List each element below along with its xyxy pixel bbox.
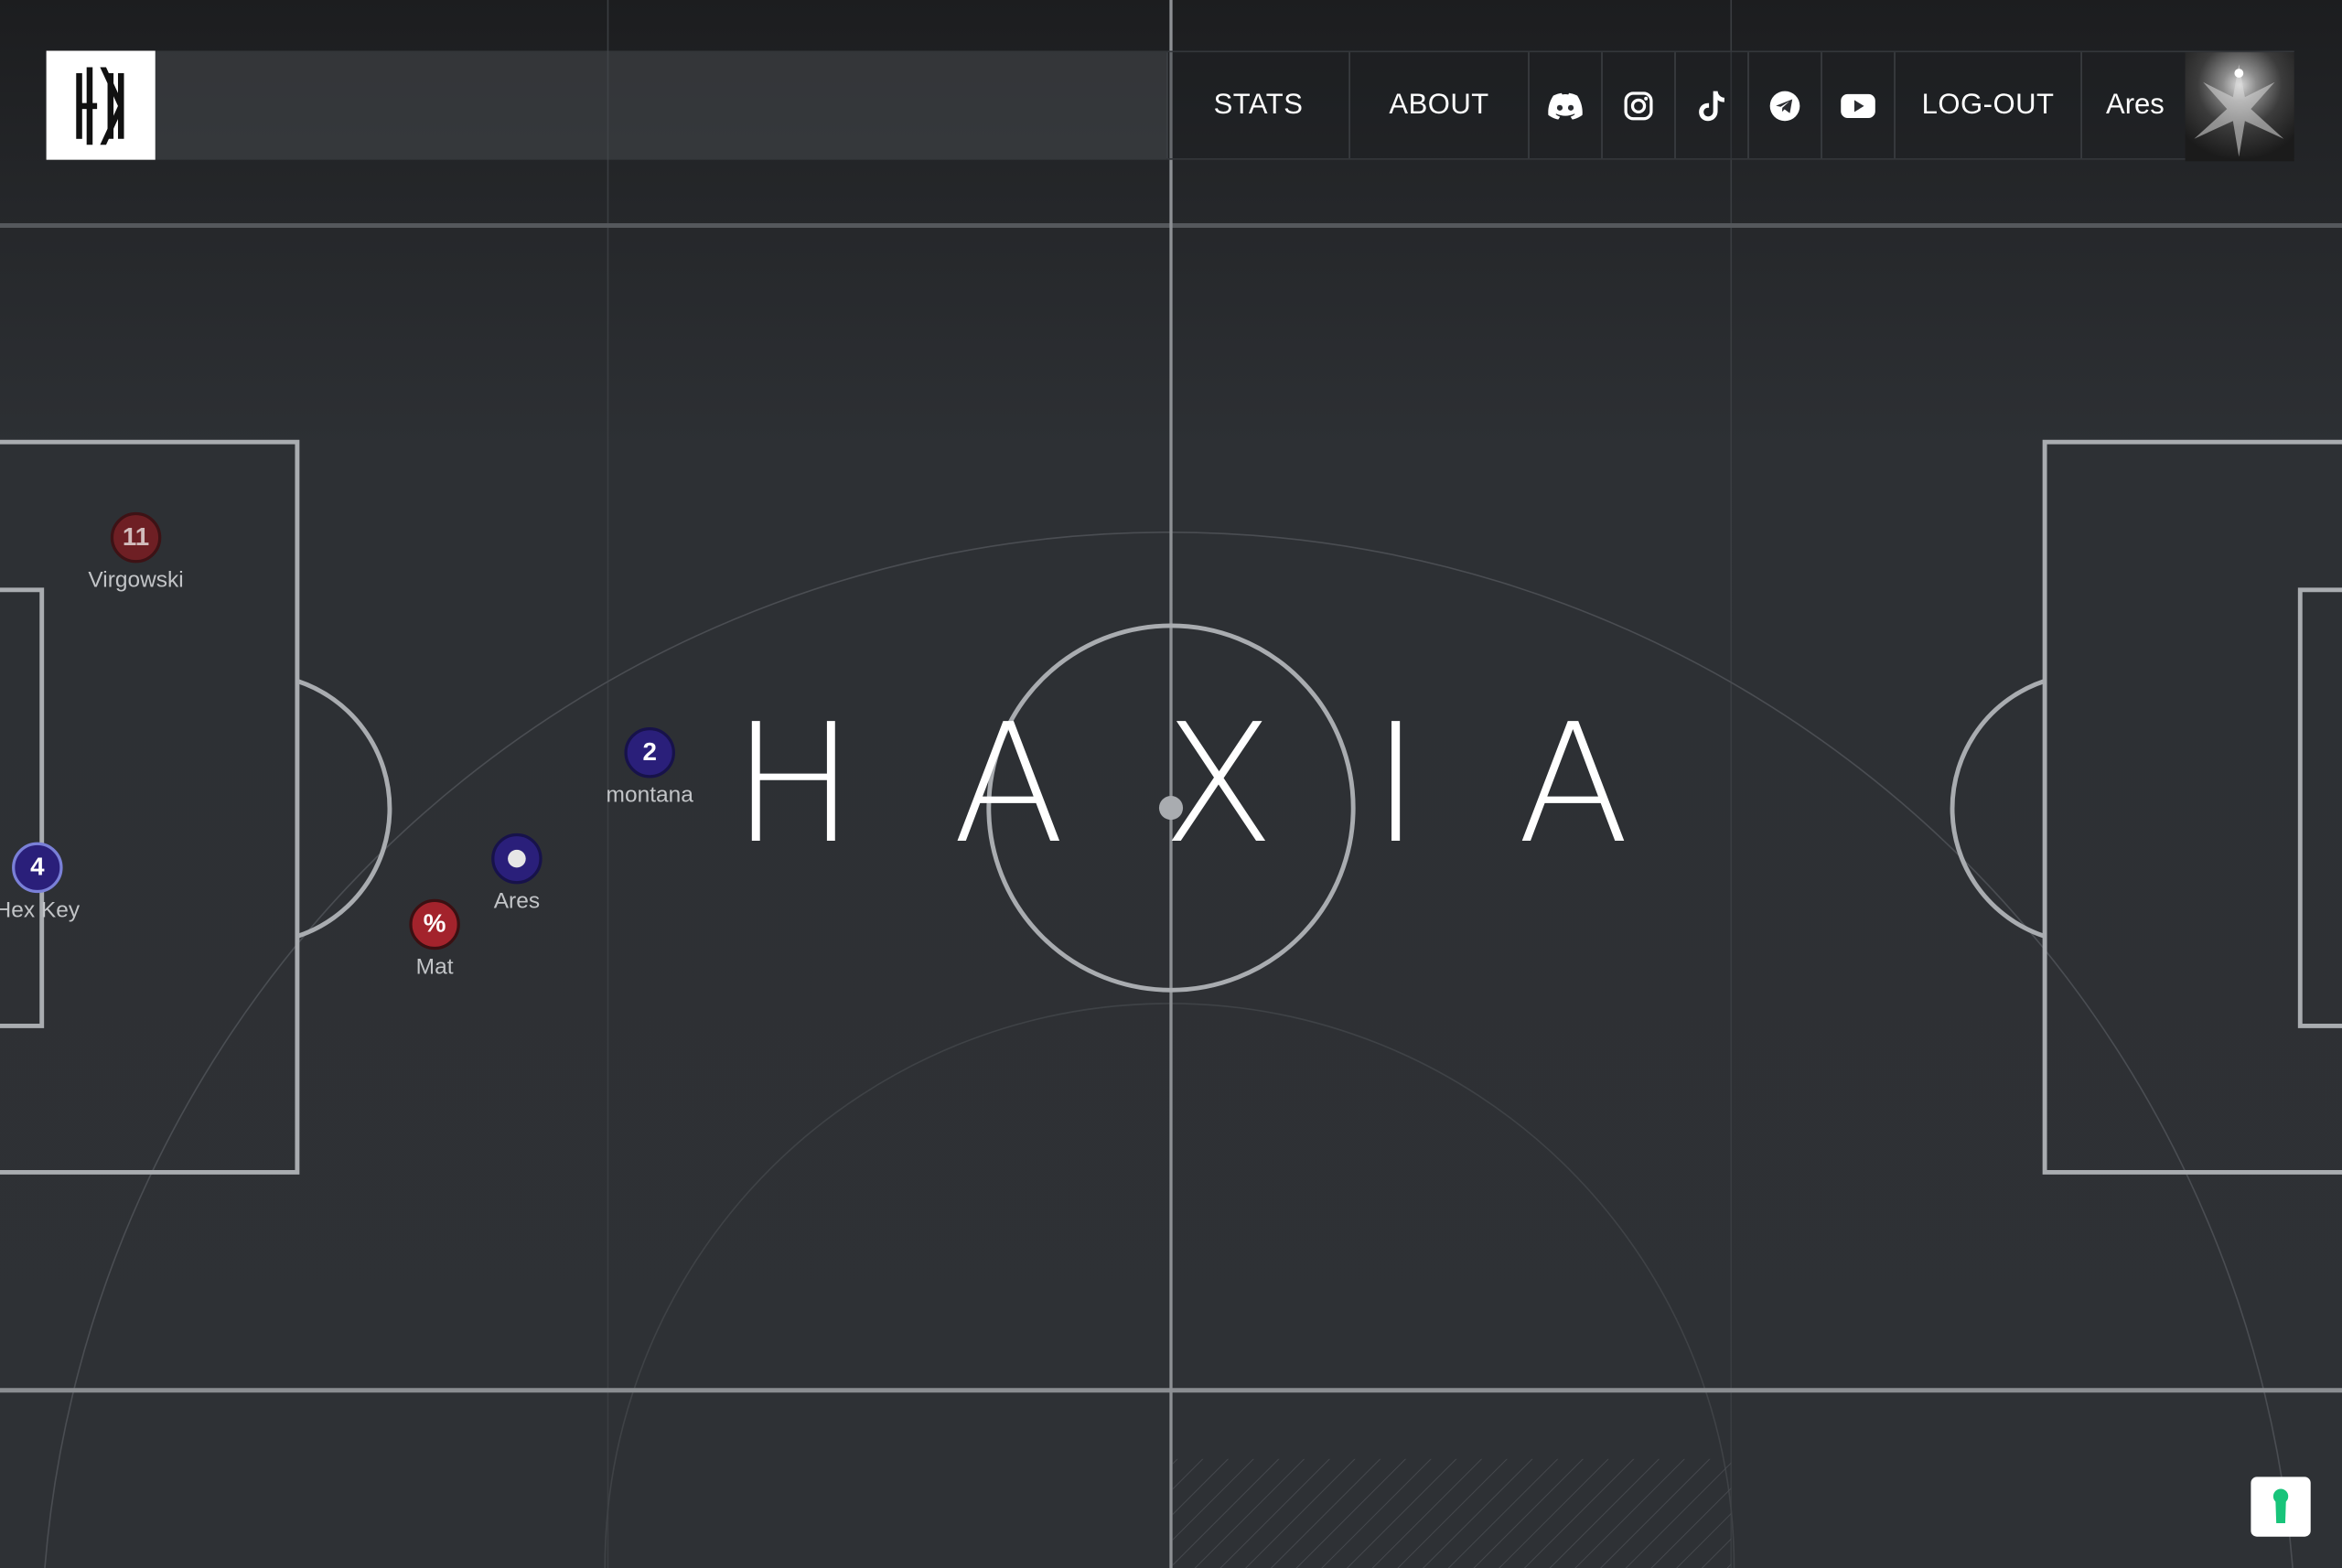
logout-link[interactable]: LOG-OUT: [1894, 52, 2080, 159]
player-badge[interactable]: 2: [624, 726, 675, 779]
tiktok-icon: [1699, 90, 1724, 121]
discord-icon: [1548, 91, 1583, 119]
player-token[interactable]: 4 Hex Key: [0, 842, 127, 923]
hero-title: HAXIA: [731, 688, 1727, 880]
discord-link[interactable]: [1528, 52, 1601, 159]
user-name[interactable]: Ares: [2080, 52, 2185, 159]
keyhole-icon: [2272, 1488, 2289, 1524]
instagram-link[interactable]: [1601, 52, 1674, 159]
player-token[interactable]: 11 Virgowski: [47, 511, 226, 594]
avatar-image-icon: [2194, 64, 2284, 157]
top-navbar: STATS ABOUT LOG-OUT Ares: [46, 50, 2294, 162]
player-badge[interactable]: %: [409, 898, 460, 950]
avatar[interactable]: [2185, 52, 2294, 162]
player-badge[interactable]: [491, 832, 543, 885]
tiktok-link[interactable]: [1674, 52, 1747, 159]
youtube-link[interactable]: [1821, 52, 1894, 159]
hx-logo-icon: [76, 66, 125, 145]
navbar-spacer: [155, 50, 1167, 160]
about-link[interactable]: ABOUT: [1348, 52, 1528, 159]
youtube-icon: [1841, 93, 1875, 118]
page: STATS ABOUT LOG-OUT Ares HAXIA 11 Virgow…: [0, 0, 2342, 1568]
instagram-icon: [1624, 91, 1653, 120]
stats-link[interactable]: STATS: [1166, 52, 1348, 159]
player-name: montana: [606, 782, 693, 809]
privacy-button[interactable]: [2251, 1477, 2311, 1537]
player-token[interactable]: % Mat: [345, 898, 524, 980]
telegram-icon: [1769, 90, 1800, 121]
telegram-link[interactable]: [1747, 52, 1821, 159]
player-token[interactable]: 2 montana: [560, 726, 739, 809]
logo[interactable]: [46, 50, 156, 160]
player-name: Hex Key: [0, 897, 81, 923]
self-indicator-icon: [508, 849, 526, 868]
player-badge[interactable]: 4: [12, 842, 63, 894]
player-name: Mat: [415, 954, 454, 980]
player-badge[interactable]: 11: [110, 511, 162, 564]
player-name: Virgowski: [88, 567, 184, 594]
navbar-menu: STATS ABOUT LOG-OUT Ares: [1166, 50, 2294, 162]
